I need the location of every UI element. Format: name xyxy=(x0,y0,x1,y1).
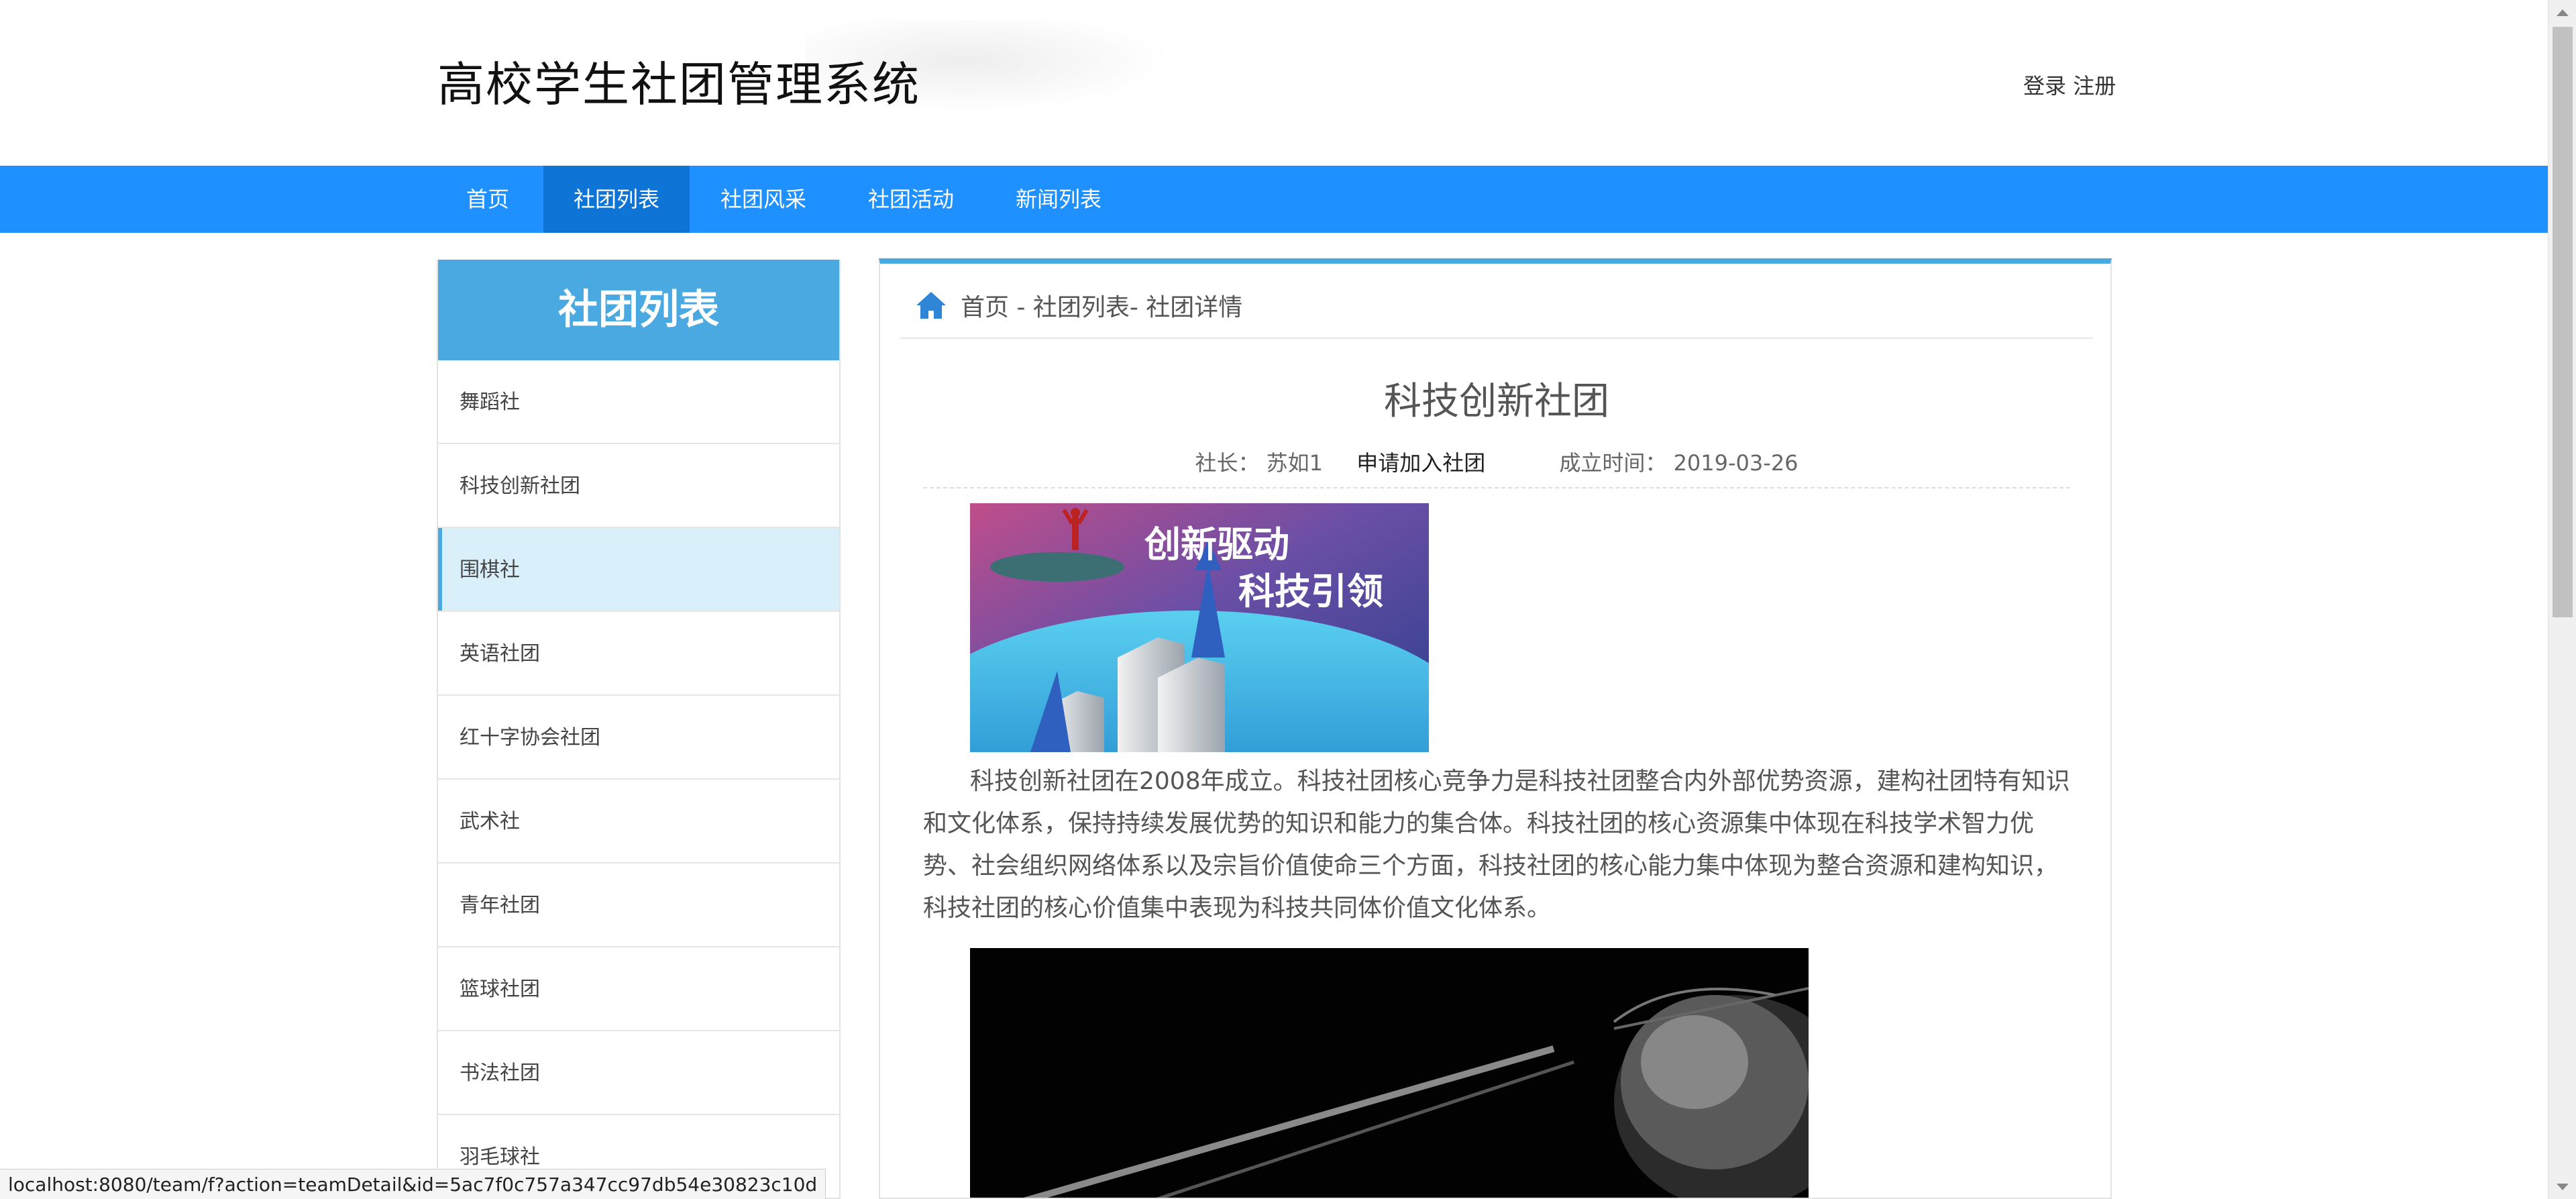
sidebar-item-go[interactable]: 围棋社 xyxy=(438,528,839,612)
nav-item-news-list[interactable]: 新闻列表 xyxy=(985,166,1132,233)
breadcrumb: 首页 - 社团列表- 社团详情 xyxy=(915,288,1242,323)
sidebar-item-calligraphy[interactable]: 书法社团 xyxy=(438,1031,839,1115)
nav-item-club-activities[interactable]: 社团活动 xyxy=(837,166,985,233)
founded-date: 2019-03-26 xyxy=(1673,450,1799,476)
nav-item-club-style[interactable]: 社团风采 xyxy=(690,166,837,233)
apply-join-link[interactable]: 申请加入社团 xyxy=(1356,450,1485,476)
register-link[interactable]: 注册 xyxy=(2073,73,2116,99)
sidebar-item-dance[interactable]: 舞蹈社 xyxy=(438,360,839,444)
banner-text-line1: 创新驱动 xyxy=(1144,523,1289,566)
sidebar-title: 社团列表 xyxy=(438,260,839,360)
sidebar-item-red-cross[interactable]: 红十字协会社团 xyxy=(438,696,839,780)
breadcrumb-text: 首页 - 社团列表- 社团详情 xyxy=(961,294,1243,321)
site-header: 高校学生社团管理系统 登录 注册 xyxy=(0,0,2548,166)
nav-item-club-list[interactable]: 社团列表 xyxy=(543,166,690,233)
founded-label: 成立时间： xyxy=(1559,450,1667,476)
club-photo xyxy=(970,948,1809,1198)
page-scrollbar[interactable] xyxy=(2548,0,2576,1199)
scroll-up-icon[interactable] xyxy=(2557,9,2569,16)
home-icon[interactable] xyxy=(915,291,947,320)
link-status-bar: localhost:8080/team/f?action=teamDetail&… xyxy=(0,1169,826,1199)
scroll-down-icon[interactable] xyxy=(2557,1184,2569,1190)
club-description: 科技创新社团在2008年成立。科技社团核心竞争力是科技社团整合内外部优势资源，建… xyxy=(923,768,2070,922)
sidebar-item-english[interactable]: 英语社团 xyxy=(438,612,839,696)
nav-item-home[interactable]: 首页 xyxy=(437,166,538,233)
login-link[interactable]: 登录 xyxy=(2023,73,2066,99)
sidebar-item-basketball[interactable]: 篮球社团 xyxy=(438,947,839,1031)
site-title: 高校学生社团管理系统 xyxy=(437,57,920,112)
sidebar-item-martial-arts[interactable]: 武术社 xyxy=(438,780,839,864)
auth-links: 登录 注册 xyxy=(2023,69,2116,100)
sidebar-item-youth[interactable]: 青年社团 xyxy=(438,864,839,947)
main-nav: 首页 社团列表 社团风采 社团活动 新闻列表 xyxy=(0,166,2548,233)
sidebar: 社团列表 舞蹈社 科技创新社团 围棋社 英语社团 红十字协会社团 武术社 青年社… xyxy=(437,260,841,1199)
club-meta: 社长： 苏如1 申请加入社团 成立时间： 2019-03-26 xyxy=(880,446,2110,477)
sidebar-item-tech-innovation[interactable]: 科技创新社团 xyxy=(438,444,839,528)
scroll-thumb[interactable] xyxy=(2553,27,2573,617)
club-title: 科技创新社团 xyxy=(1384,380,1609,423)
club-banner-image: 创新驱动 科技引领 xyxy=(970,503,1429,752)
leader-label: 社长： xyxy=(1195,450,1260,476)
breadcrumb-divider xyxy=(900,337,2093,339)
leader-name: 苏如1 xyxy=(1266,450,1324,476)
banner-text-line2: 科技引领 xyxy=(1238,570,1383,613)
detail-panel: 首页 - 社团列表- 社团详情 科技创新社团 社长： 苏如1 申请加入社团 成立… xyxy=(879,258,2112,1199)
meta-divider xyxy=(923,487,2070,488)
